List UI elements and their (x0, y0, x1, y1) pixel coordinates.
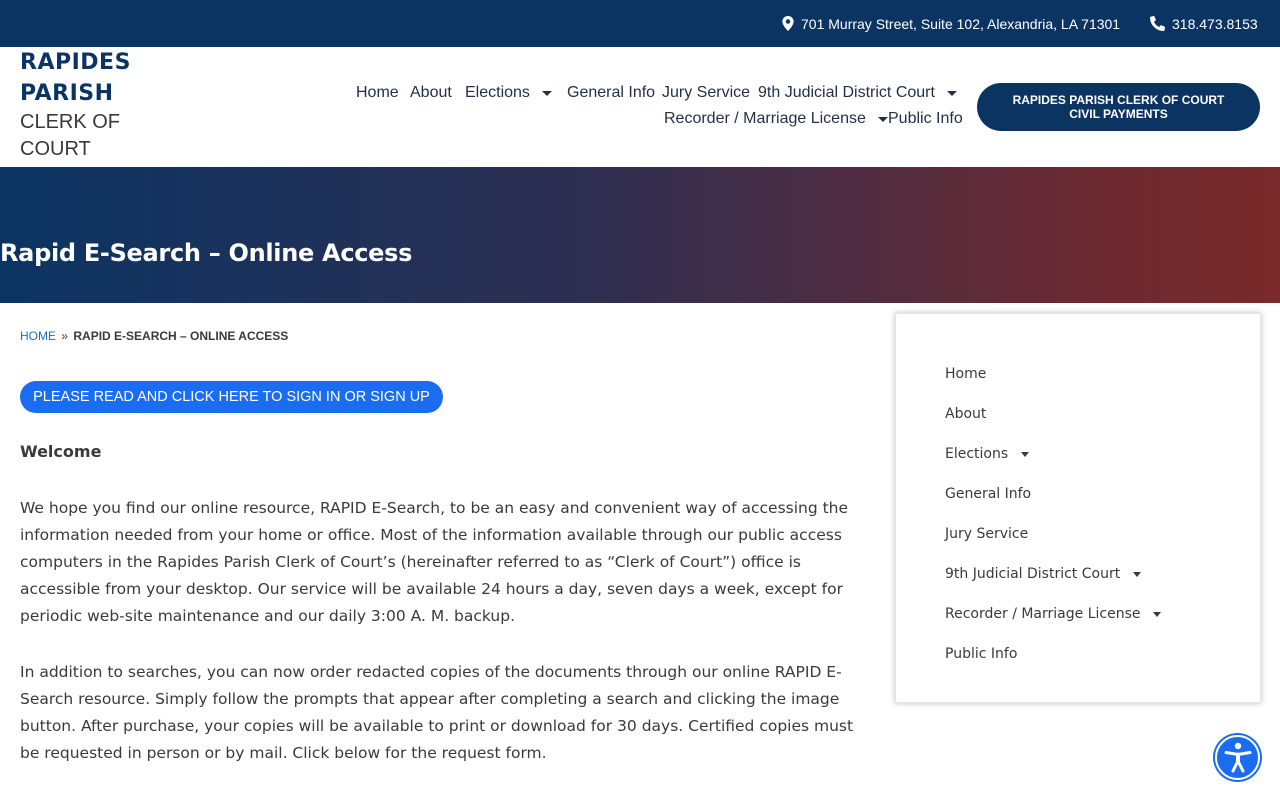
breadcrumb-home-link[interactable]: HOME (20, 329, 56, 343)
logo-line-4: COURT (20, 138, 91, 160)
page-title: Rapid E-Search – Online Access (0, 239, 413, 267)
nav-label: Jury Service (662, 84, 751, 101)
map-pin-icon (782, 16, 794, 31)
nav-item-public-info[interactable]: Public Info (888, 106, 963, 132)
nav-label: Home (356, 84, 399, 101)
sidebar-item-label: Public Info (945, 646, 1018, 662)
caret-down-icon (1021, 451, 1030, 457)
breadcrumb-current: RAPID E-SEARCH – ONLINE ACCESS (73, 329, 289, 343)
sidebar-item-home[interactable]: Home (945, 364, 986, 384)
nav-item-district-court[interactable]: 9th Judicial District Court (758, 80, 957, 106)
sidebar-item-recorder[interactable]: Recorder / Marriage License (945, 604, 1162, 624)
logo-line-2: PARISH (20, 81, 114, 106)
welcome-heading: Welcome (20, 442, 102, 461)
sidebar-item-about[interactable]: About (945, 404, 986, 424)
sign-in-label: PLEASE READ AND CLICK HERE TO SIGN IN OR… (33, 389, 430, 405)
nav-label: General Info (567, 84, 656, 101)
address-info[interactable]: 701 Murray Street, Suite 102, Alexandria… (782, 0, 1120, 47)
nav-label: About (410, 84, 452, 101)
sidebar-item-label: Elections (945, 446, 1009, 462)
sidebar-item-elections[interactable]: Elections (945, 444, 1030, 464)
nav-item-recorder[interactable]: Recorder / Marriage License (664, 106, 888, 132)
accessibility-button[interactable] (1215, 735, 1260, 780)
nav-item-elections[interactable]: Elections (465, 80, 552, 106)
caret-down-icon (1153, 611, 1162, 617)
civil-payments-label: RAPIDES PARISH CLERK OF COURT CIVIL PAYM… (1012, 93, 1225, 121)
breadcrumb: HOME » RAPID E-SEARCH – ONLINE ACCESS (20, 329, 288, 343)
sidebar-menu: Home About Elections General Info Jury S… (895, 313, 1261, 703)
sidebar-item-label: About (945, 406, 987, 422)
breadcrumb-separator: » (61, 329, 69, 343)
hero-banner: Rapid E-Search – Online Access (0, 167, 1280, 303)
copies-paragraph: In addition to searches, you can now ord… (20, 663, 854, 762)
nav-item-home[interactable]: Home (356, 80, 399, 106)
address-text: 701 Murray Street, Suite 102, Alexandria… (801, 15, 1121, 32)
sidebar-item-label: Recorder / Marriage License (945, 606, 1141, 622)
sidebar-item-general-info[interactable]: General Info (945, 484, 1031, 504)
sidebar-item-label: Home (945, 366, 987, 382)
sidebar-item-jury-service[interactable]: Jury Service (945, 524, 1028, 544)
logo-line-3: CLERK OF (20, 111, 121, 133)
civil-payments-button[interactable]: RAPIDES PARISH CLERK OF COURT CIVIL PAYM… (977, 83, 1260, 131)
intro-paragraph: We hope you find our online resource, RA… (20, 499, 849, 625)
sidebar-item-district-court[interactable]: 9th Judicial District Court (945, 564, 1142, 584)
sidebar-item-label: 9th Judicial District Court (945, 566, 1121, 582)
phone-text: 318.473.8153 (1172, 15, 1258, 32)
sidebar-item-label: Jury Service (945, 526, 1029, 542)
sidebar-item-label: General Info (945, 486, 1032, 502)
phone-icon (1150, 16, 1165, 31)
nav-label: Elections (465, 84, 530, 101)
nav-label: Recorder / Marriage License (664, 110, 866, 127)
caret-down-icon (1133, 571, 1142, 577)
nav-label: 9th Judicial District Court (758, 84, 935, 101)
caret-down-icon (541, 90, 552, 96)
nav-item-general-info[interactable]: General Info (567, 80, 655, 106)
caret-down-icon (946, 90, 957, 96)
accessibility-icon (1224, 742, 1251, 772)
sign-in-button[interactable]: PLEASE READ AND CLICK HERE TO SIGN IN OR… (20, 381, 443, 413)
top-bar: 701 Murray Street, Suite 102, Alexandria… (0, 0, 1280, 47)
nav-item-about[interactable]: About (410, 80, 452, 106)
nav-item-jury-service[interactable]: Jury Service (662, 80, 750, 106)
site-logo[interactable]: RAPIDES PARISH CLERK OF COURT (20, 47, 170, 163)
phone-info[interactable]: 318.473.8153 (1150, 0, 1258, 47)
nav-label: Public Info (888, 110, 963, 127)
caret-down-icon (877, 116, 888, 122)
sidebar-item-public-info[interactable]: Public Info (945, 644, 1017, 664)
logo-line-1: RAPIDES (20, 50, 131, 75)
